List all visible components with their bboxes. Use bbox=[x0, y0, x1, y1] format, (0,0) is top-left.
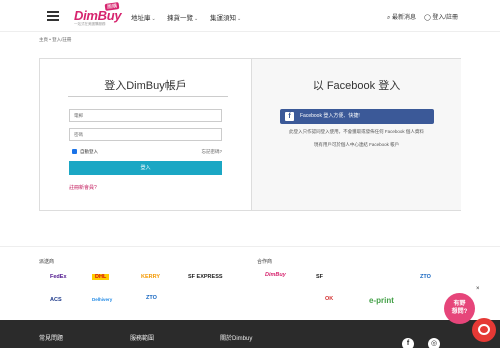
chevron-down-icon: ⌄ bbox=[194, 16, 199, 22]
email-field[interactable] bbox=[69, 109, 222, 122]
login-register-link[interactable]: ◯ 登入/註冊 bbox=[424, 12, 458, 21]
divider bbox=[0, 246, 500, 247]
login-button[interactable]: 登入 bbox=[69, 161, 222, 175]
ask-question-bubble[interactable]: 有野 想問? bbox=[444, 293, 475, 324]
dhl-logo: DHL bbox=[92, 274, 110, 280]
chat-icon bbox=[478, 324, 490, 335]
menu-icon[interactable] bbox=[47, 11, 59, 21]
site-header: DimBuy 團購 一站式在美團購服務 地址庫⌄ 揀貨一覽⌄ 集運須知⌄ ⌕ 最… bbox=[0, 0, 500, 32]
ok-logo: OK bbox=[325, 296, 334, 302]
chevron-down-icon: ⌄ bbox=[151, 16, 156, 22]
delhivery-logo: Delhivery bbox=[92, 297, 113, 302]
footer-col-about[interactable]: 關於Dimbuy bbox=[220, 333, 252, 342]
close-icon[interactable]: × bbox=[476, 286, 480, 292]
register-link[interactable]: 註冊新會員? bbox=[69, 184, 97, 191]
payment-label: 合作商 bbox=[257, 259, 273, 265]
logo-text: DimBuy bbox=[74, 8, 122, 23]
remember-checkbox[interactable]: 自動登入 bbox=[72, 149, 98, 155]
zto-partner-logo: ZTO bbox=[420, 274, 431, 280]
forgot-password-link[interactable]: 忘記密碼? bbox=[201, 149, 222, 155]
facebook-icon: f bbox=[285, 112, 294, 121]
facebook-login-button[interactable]: f Facebook 登入方便、快捷! bbox=[280, 109, 434, 124]
search-icon: ⌕ bbox=[387, 15, 391, 21]
login-panel: 登入DimBuy帳戶 自動登入 忘記密碼? 登入 註冊新會員? 以 Facebo… bbox=[39, 58, 461, 211]
facebook-icon[interactable]: f bbox=[402, 338, 414, 348]
dimbuy-logo[interactable]: DimBuy 團購 一站式在美團購服務 bbox=[74, 2, 122, 27]
footer-col-services[interactable]: 服務範圍 bbox=[130, 333, 154, 342]
breadcrumb: 主頁 • 登入/註冊 bbox=[39, 37, 72, 42]
kerry-logo: KERRY bbox=[141, 274, 161, 280]
promo-line-2: 想問? bbox=[451, 309, 468, 315]
divider bbox=[68, 96, 228, 97]
sf-partner-logo: SF bbox=[316, 274, 324, 280]
nav-address-book[interactable]: 地址庫⌄ bbox=[131, 12, 156, 22]
password-field[interactable] bbox=[69, 128, 222, 141]
nav-shopping-list[interactable]: 揀貨一覽⌄ bbox=[167, 12, 198, 22]
facebook-note-1: 此登入只作認同登入使用，不會獲取或發佈任何 Facebook 個人資料 bbox=[289, 129, 424, 134]
zto-logo: ZTO bbox=[146, 295, 157, 301]
acs-logo: ACS bbox=[50, 297, 62, 303]
login-title: 登入DimBuy帳戶 bbox=[104, 80, 187, 92]
promo-line-1: 有野 bbox=[453, 301, 466, 307]
chat-button[interactable] bbox=[472, 318, 496, 342]
facebook-login-section: 以 Facebook 登入 f Facebook 登入方便、快捷! 此登入只作認… bbox=[251, 59, 461, 210]
site-footer: 常見問題 服務範圍 關於Dimbuy bbox=[0, 320, 500, 348]
facebook-note-2: 現有用戶可於個人中心連結 Facebook 帳戶 bbox=[313, 142, 400, 147]
news-link[interactable]: ⌕ 最新消息 bbox=[387, 12, 416, 22]
nav-shipping-info[interactable]: 集運須知⌄ bbox=[210, 12, 241, 22]
dimbuy-login-section: 登入DimBuy帳戶 自動登入 忘記密碼? 登入 註冊新會員? bbox=[40, 59, 251, 210]
checkbox-icon bbox=[72, 149, 77, 154]
logo-tagline: 一站式在美團購服務 bbox=[74, 22, 106, 26]
dimbuy-partner-logo: DimBuy bbox=[265, 272, 286, 278]
eprint-logo: e-print bbox=[369, 296, 394, 305]
instagram-icon[interactable]: ◎ bbox=[428, 338, 440, 348]
user-icon: ◯ bbox=[424, 15, 431, 21]
footer-col-faq[interactable]: 常見問題 bbox=[39, 333, 63, 342]
logistics-label: 派送商 bbox=[39, 259, 55, 265]
fedex-logo: FedEx bbox=[50, 274, 67, 280]
sf-express-logo: SF EXPRESS bbox=[188, 274, 223, 280]
facebook-title: 以 Facebook 登入 bbox=[312, 80, 401, 92]
chevron-down-icon: ⌄ bbox=[237, 16, 242, 22]
